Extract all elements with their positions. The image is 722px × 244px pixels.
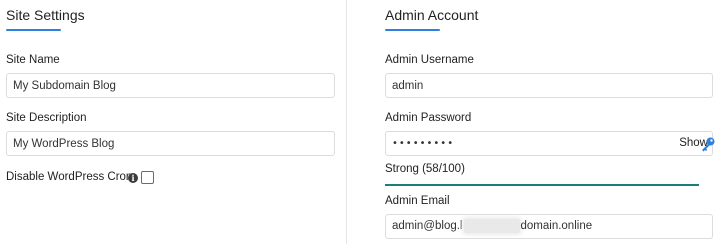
admin-email-prefix: admin@blog.l [392, 220, 463, 232]
site-description-label: Site Description [6, 112, 87, 124]
site-name-label: Site Name [6, 54, 60, 66]
redaction-blur [463, 218, 520, 233]
password-strength-meter [385, 184, 699, 186]
disable-cron-label: Disable WordPress Cron [6, 171, 133, 183]
admin-account-title: Admin Account [385, 7, 479, 23]
site-settings-title: Site Settings [6, 7, 85, 23]
password-strength-fill [385, 184, 699, 186]
admin-email-input[interactable]: admin@blog.l domain.online [385, 214, 713, 239]
admin-username-input[interactable] [385, 73, 713, 98]
disable-cron-checkbox[interactable] [141, 171, 154, 184]
admin-account-title-underline [385, 29, 440, 31]
admin-account-panel: Admin Account Admin Username Admin Passw… [346, 0, 722, 244]
site-description-input[interactable] [6, 131, 335, 156]
admin-username-label: Admin Username [385, 54, 474, 66]
admin-password-label: Admin Password [385, 112, 472, 124]
key-icon[interactable] [700, 136, 716, 152]
info-icon[interactable]: i [128, 173, 138, 183]
admin-email-suffix: domain.online [520, 220, 593, 232]
admin-password-input[interactable] [386, 132, 656, 155]
password-strength-text: Strong (58/100) [385, 163, 465, 175]
admin-email-label: Admin Email [385, 195, 450, 207]
site-name-input[interactable] [6, 73, 335, 98]
site-settings-panel: Site Settings Site Name Site Description… [0, 0, 346, 244]
admin-password-field: Show [385, 131, 713, 156]
site-settings-title-underline [6, 29, 61, 31]
